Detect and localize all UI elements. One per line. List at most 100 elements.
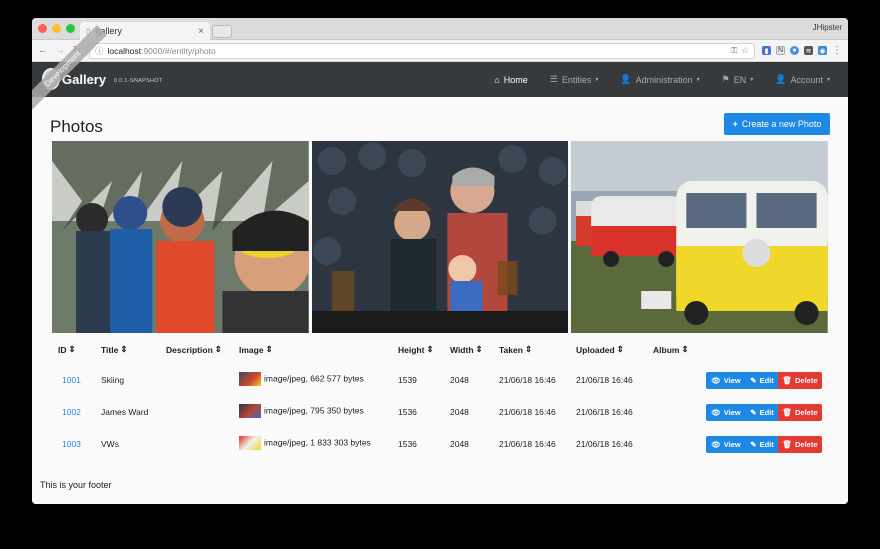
page-footer: This is your footer [40, 480, 112, 490]
info-icon[interactable]: ⓘ [95, 45, 104, 57]
column-id-label: ID [58, 344, 67, 355]
view-button[interactable]: 👁 View [706, 436, 746, 453]
table-header: ID ⇕ Title ⇕ Description ⇕ Image ⇕ Height ⇕ W… [32, 344, 848, 358]
close-window-button[interactable] [38, 24, 47, 33]
photo-thumbnail[interactable] [239, 436, 261, 450]
app-navbar: Gallery 0.0.1-SNAPSHOT ⌂ Home ☰ Entities… [32, 62, 848, 97]
column-header-uploaded[interactable]: Uploaded ⇕ [576, 344, 624, 355]
edit-button[interactable]: ✎ Edit [746, 436, 778, 453]
chevron-down-icon: ▾ [750, 77, 754, 83]
nav-account[interactable]: 👤 Account ▾ [775, 74, 830, 85]
column-header-title[interactable]: Title ⇕ [101, 344, 127, 355]
view-button[interactable]: 👁 View [706, 404, 746, 421]
url-path: :9000/#/entity/photo [141, 45, 216, 56]
gallery-photo-skiing[interactable] [52, 141, 309, 333]
column-header-height[interactable]: Height ⇕ [398, 344, 434, 355]
new-tab-button[interactable] [212, 25, 232, 38]
brand-name[interactable]: Gallery [62, 72, 106, 87]
column-header-description[interactable]: Description ⇕ [166, 344, 222, 355]
nav-administration[interactable]: 👤 Administration ▾ [620, 74, 699, 85]
nav-entities-label: Entities [561, 74, 592, 85]
nav-home[interactable]: ⌂ Home [494, 75, 527, 85]
address-bar[interactable]: ⓘ localhost:9000/#/entity/photo ⚿ ☆ [89, 42, 755, 59]
nav-entities[interactable]: ☰ Entities ▾ [550, 74, 599, 85]
photo-id-link[interactable]: 1002 [62, 407, 81, 417]
bookmark-star-icon[interactable]: ☆ [741, 45, 749, 56]
gallery-photo-vws[interactable] [571, 141, 829, 333]
delete-button[interactable]: 🗑 Delete [778, 404, 822, 421]
nav-menu: ⌂ Home ☰ Entities ▾ 👤 Administration ▾ ⚑… [494, 62, 830, 97]
photo-image-cell: image/jpeg, 795 350 bytes [239, 404, 364, 418]
edit-button[interactable]: ✎ Edit [746, 404, 778, 421]
photo-height: 1536 [398, 407, 417, 417]
window-controls [38, 24, 75, 33]
photo-thumbnail[interactable] [239, 372, 261, 386]
back-icon[interactable]: ← [38, 45, 48, 56]
extension-icon[interactable]: N [776, 46, 785, 55]
pencil-icon: ✎ [750, 408, 757, 417]
column-header-width[interactable]: Width ⇕ [450, 344, 483, 355]
close-tab-icon[interactable]: × [198, 26, 204, 37]
gallery-photo-james-ward[interactable] [311, 141, 569, 333]
row-actions: 👁 View ✎ Edit 🗑 Delete [706, 436, 822, 453]
row-actions: 👁 View ✎ Edit 🗑 Delete [706, 372, 822, 389]
column-taken-label: Taken [499, 344, 523, 355]
eye-icon: 👁 [711, 440, 721, 449]
photo-title: VWs [101, 439, 119, 449]
plus-icon: + [732, 119, 738, 129]
main-content: Photos + Create a new Photo ID ⇕ Title ⇕… [32, 97, 848, 504]
key-icon[interactable]: ⚿ [731, 45, 737, 56]
create-photo-label: Create a new Photo [741, 119, 822, 129]
column-image-label: Image [239, 344, 264, 355]
column-header-taken[interactable]: Taken ⇕ [499, 344, 532, 355]
trash-icon: 🗑 [782, 440, 792, 449]
column-album-label: Album [653, 344, 680, 355]
column-header-album[interactable]: Album ⇕ [653, 344, 689, 355]
photo-width: 2048 [450, 407, 469, 417]
sort-icon: ⇕ [475, 344, 483, 354]
extension-icon[interactable]: ≋ [804, 46, 813, 55]
home-icon: ⌂ [494, 74, 500, 85]
extension-icon[interactable]: ◉ [818, 46, 827, 55]
column-description-label: Description [166, 344, 213, 355]
column-height-label: Height [398, 344, 425, 355]
extension-icon[interactable]: ● [790, 46, 799, 55]
delete-button[interactable]: 🗑 Delete [778, 436, 822, 453]
version-label: 0.0.1-SNAPSHOT [114, 78, 163, 84]
chevron-down-icon: ▾ [696, 77, 700, 83]
eye-icon: 👁 [711, 408, 721, 417]
edit-button[interactable]: ✎ Edit [746, 372, 778, 389]
maximize-window-button[interactable] [66, 24, 75, 33]
trash-icon: 🗑 [782, 376, 792, 385]
photo-thumbnail[interactable] [239, 404, 261, 418]
delete-button[interactable]: 🗑 Delete [778, 372, 822, 389]
sort-icon: ⇕ [68, 344, 76, 354]
photo-uploaded: 21/06/18 16:46 [576, 375, 633, 385]
view-button[interactable]: 👁 View [706, 372, 746, 389]
photo-taken: 21/06/18 16:46 [499, 407, 556, 417]
nav-language[interactable]: ⚑ EN ▾ [722, 74, 754, 85]
column-title-label: Title [101, 344, 119, 355]
create-photo-button[interactable]: + Create a new Photo [724, 113, 830, 135]
photo-image-info: image/jpeg, 1 833 303 bytes [264, 437, 371, 448]
photo-height: 1539 [398, 375, 417, 385]
nav-administration-label: Administration [635, 74, 693, 85]
sort-icon: ⇕ [681, 344, 689, 354]
chevron-down-icon: ▾ [826, 77, 830, 83]
view-label: View [723, 376, 741, 385]
extension-icon[interactable]: ▮ [762, 46, 771, 55]
edit-label: Edit [759, 376, 774, 385]
column-header-id[interactable]: ID ⇕ [58, 344, 76, 355]
nav-language-label: EN [733, 74, 747, 85]
list-icon: ☰ [549, 74, 558, 84]
photo-id-link[interactable]: 1001 [62, 375, 81, 385]
column-header-image[interactable]: Image ⇕ [239, 344, 273, 355]
menu-icon[interactable]: ⋮ [832, 45, 842, 56]
forward-icon[interactable]: → [55, 45, 65, 56]
profile-name[interactable]: JHipster [813, 23, 842, 32]
minimize-window-button[interactable] [52, 24, 61, 33]
photo-id-link[interactable]: 1003 [62, 439, 81, 449]
photo-uploaded: 21/06/18 16:46 [576, 407, 633, 417]
delete-label: Delete [795, 408, 818, 417]
photo-image-info: image/jpeg, 662 577 bytes [264, 373, 364, 384]
